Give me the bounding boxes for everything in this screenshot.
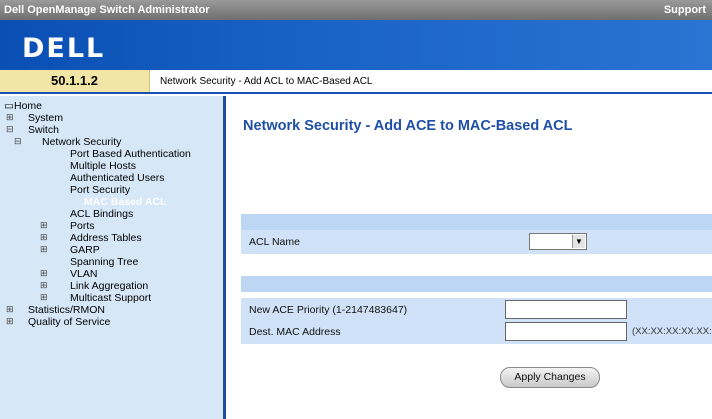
expand-icon[interactable]: ⊞ — [40, 268, 48, 279]
expand-icon[interactable]: ⊞ — [6, 316, 14, 327]
tree-item-home[interactable]: Home — [14, 100, 42, 112]
tree-item-port-security[interactable]: Port Security — [70, 184, 130, 196]
tree-item-port-based-authentication[interactable]: Port Based Authentication — [70, 148, 191, 160]
dest-mac-label: Dest. MAC Address — [249, 326, 341, 338]
tree-item-system[interactable]: System — [28, 112, 63, 124]
support-link[interactable]: Support — [664, 4, 706, 16]
acl-name-row: ACL Name ▼ — [241, 230, 712, 254]
top-bar: Dell OpenManage Switch Administrator Sup… — [0, 0, 712, 20]
acl-name-label: ACL Name — [249, 236, 300, 248]
tree-item-mac-based-acl[interactable]: MAC Based ACL — [84, 196, 166, 208]
tree-item-statistics-rmon[interactable]: Statistics/RMON — [28, 304, 105, 316]
ip-bar: 50.1.1.2 Network Security - Add ACL to M… — [0, 70, 712, 94]
home-icon: ▭ — [4, 100, 14, 112]
tree-item-vlan[interactable]: VLAN — [70, 268, 97, 280]
main-content: Network Security - Add ACE to MAC-Based … — [229, 96, 712, 419]
expand-icon[interactable]: ⊞ — [6, 112, 14, 123]
tree-item-spanning-tree[interactable]: Spanning Tree — [70, 256, 138, 268]
dell-banner: DELL — [0, 20, 712, 70]
expand-icon[interactable]: ⊞ — [40, 244, 48, 255]
expand-icon[interactable]: ⊞ — [40, 292, 48, 303]
collapse-icon[interactable]: ⊟ — [14, 136, 22, 147]
collapse-icon[interactable]: ⊟ — [6, 124, 14, 135]
tree-item-garp[interactable]: GARP — [70, 244, 100, 256]
expand-icon[interactable]: ⊞ — [40, 232, 48, 243]
new-ace-priority-row: New ACE Priority (1-2147483647) — [241, 298, 712, 322]
dest-mac-input[interactable] — [505, 322, 627, 341]
section-header-band — [241, 214, 712, 230]
dropdown-arrow-icon[interactable]: ▼ — [572, 235, 585, 248]
expand-icon[interactable]: ⊞ — [40, 280, 48, 291]
tree-item-acl-bindings[interactable]: ACL Bindings — [70, 208, 133, 220]
tree-item-multiple-hosts[interactable]: Multiple Hosts — [70, 160, 136, 172]
acl-name-select[interactable]: ▼ — [529, 233, 587, 250]
new-ace-priority-input[interactable] — [505, 300, 627, 319]
app-title: Dell OpenManage Switch Administrator — [4, 4, 210, 16]
page-title: Network Security - Add ACE to MAC-Based … — [243, 118, 573, 134]
apply-changes-button[interactable]: Apply Changes — [500, 367, 600, 388]
dest-mac-format-hint: (XX:XX:XX:XX:XX:XX) — [632, 326, 712, 337]
tree-item-address-tables[interactable]: Address Tables — [70, 232, 142, 244]
tree-item-quality-of-service[interactable]: Quality of Service — [28, 316, 110, 328]
tree-item-switch[interactable]: Switch — [28, 124, 59, 136]
breadcrumb: Network Security - Add ACL to MAC-Based … — [160, 76, 373, 87]
section-header-band — [241, 276, 712, 292]
expand-icon[interactable]: ⊞ — [40, 220, 48, 231]
navigation-tree: ▭ Home ⊞ System ⊟ Switch ⊟ Network Secur… — [0, 96, 226, 419]
tree-item-network-security[interactable]: Network Security — [42, 136, 121, 148]
tree-item-multicast-support[interactable]: Multicast Support — [70, 292, 151, 304]
tree-item-authenticated-users[interactable]: Authenticated Users — [70, 172, 165, 184]
tree-item-ports[interactable]: Ports — [70, 220, 95, 232]
dest-mac-row: Dest. MAC Address (XX:XX:XX:XX:XX:XX) — [241, 320, 712, 344]
dell-logo: DELL — [22, 33, 106, 64]
switch-ip-address: 50.1.1.2 — [0, 70, 150, 92]
new-ace-priority-label: New ACE Priority (1-2147483647) — [249, 304, 408, 316]
expand-icon[interactable]: ⊞ — [6, 304, 14, 315]
tree-item-link-aggregation[interactable]: Link Aggregation — [70, 280, 148, 292]
